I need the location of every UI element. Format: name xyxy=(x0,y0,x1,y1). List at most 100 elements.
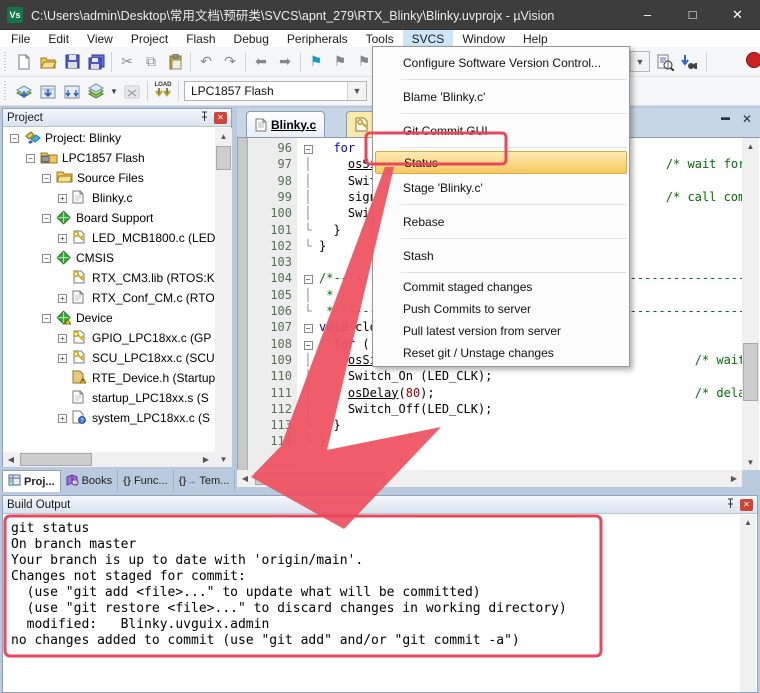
project-panel-close-icon[interactable]: ✕ xyxy=(214,112,227,124)
scroll-up-icon[interactable]: ▲ xyxy=(742,138,759,154)
code-line-112[interactable]: 112│ Switch_Off(LED_CLK); xyxy=(238,401,760,418)
paste-button[interactable] xyxy=(163,50,187,74)
scroll-up-icon[interactable]: ▲ xyxy=(740,515,756,530)
batch-build-dropdown[interactable]: ▼ xyxy=(108,79,120,103)
scroll-left-icon[interactable]: ◀ xyxy=(3,452,19,467)
scrollbar-thumb[interactable] xyxy=(216,146,231,170)
svcs-menu-item-stage-blinky-c[interactable]: Stage 'Blinky.c' xyxy=(373,174,629,201)
toolbar-grip[interactable] xyxy=(3,52,8,72)
menu-tools[interactable]: Tools xyxy=(357,30,403,47)
fold-collapse-icon[interactable]: − xyxy=(297,270,319,286)
debug-icon[interactable] xyxy=(746,52,760,68)
collapse-icon[interactable]: − xyxy=(42,254,51,263)
tree-item-rtx-conf-cm-c-rto[interactable]: +RTX_Conf_CM.c (RTO xyxy=(4,288,215,308)
svcs-menu-item-stash[interactable]: Stash xyxy=(373,242,629,269)
code-line-114[interactable]: 114└} xyxy=(238,433,760,450)
menu-flash[interactable]: Flash xyxy=(177,30,224,47)
svcs-menu-item-pull-latest-version-from-server[interactable]: Pull latest version from server xyxy=(373,320,629,342)
tree-item-startup-lpc18xx-s-s[interactable]: startup_LPC18xx.s (S xyxy=(4,388,215,408)
rebuild-button[interactable] xyxy=(60,79,84,103)
workspace-tab-func[interactable]: {}Func... xyxy=(118,470,173,492)
editor-tab-blinky[interactable]: Blinky.c xyxy=(246,111,325,137)
batch-build-button[interactable] xyxy=(84,79,108,103)
expand-icon[interactable]: + xyxy=(58,194,67,203)
svcs-menu-item-push-commits-to-server[interactable]: Push Commits to server xyxy=(373,298,629,320)
target-select[interactable]: LPC1857 Flash ▼ xyxy=(184,81,367,101)
pin-icon[interactable] xyxy=(198,111,210,125)
code-line-111[interactable]: 111│ osDelay(80); /* delay 80 ms */ xyxy=(238,385,760,402)
close-button[interactable]: ✕ xyxy=(715,0,760,30)
undo-button[interactable]: ↶ xyxy=(194,50,218,74)
editor-hscrollbar[interactable]: ◀ ▶ xyxy=(237,470,742,487)
build-output-vscrollbar[interactable]: ▲ xyxy=(740,515,756,692)
editor-close-icon[interactable]: ✕ xyxy=(742,112,752,126)
tree-item-blinky-c[interactable]: +Blinky.c xyxy=(4,188,215,208)
menu-help[interactable]: Help xyxy=(514,30,557,47)
scrollbar-thumb[interactable] xyxy=(743,343,758,401)
scroll-right-icon[interactable]: ▶ xyxy=(726,470,742,487)
menu-peripherals[interactable]: Peripherals xyxy=(278,30,357,47)
code-line-113[interactable]: 113└ } xyxy=(238,417,760,434)
tree-item-project-blinky[interactable]: −Project: Blinky xyxy=(4,128,215,148)
build-output-close-icon[interactable]: ✕ xyxy=(740,499,753,511)
build-button[interactable] xyxy=(36,79,60,103)
scroll-left-icon[interactable]: ◀ xyxy=(237,470,253,487)
cut-button[interactable]: ✂ xyxy=(115,50,139,74)
svcs-menu-item-status[interactable]: Status xyxy=(375,151,627,174)
navigate-back-button[interactable]: ⬅ xyxy=(249,50,273,74)
build-output-text[interactable]: git status On branch master Your branch … xyxy=(4,515,742,692)
tree-item-cmsis[interactable]: −CMSIS xyxy=(4,248,215,268)
minimize-button[interactable]: – xyxy=(625,0,670,30)
menu-view[interactable]: View xyxy=(78,30,122,47)
download-flash-button[interactable]: LOAD xyxy=(151,79,175,103)
tree-item-source-files[interactable]: −Source Files xyxy=(4,168,215,188)
stop-build-button[interactable] xyxy=(120,79,144,103)
expand-icon[interactable]: + xyxy=(58,294,67,303)
redo-button[interactable]: ↷ xyxy=(218,50,242,74)
menu-edit[interactable]: Edit xyxy=(39,30,78,47)
scrollbar-thumb[interactable] xyxy=(20,453,92,466)
pin-icon[interactable] xyxy=(724,498,736,512)
bookmark-toggle-button[interactable]: ⚑ xyxy=(304,50,328,74)
svcs-menu-item-git-commit-gui[interactable]: Git Commit GUI xyxy=(373,117,629,144)
tree-item-rte-device-h-startup[interactable]: RTE_Device.h (Startup xyxy=(4,368,215,388)
window-list-icon[interactable]: ▬ xyxy=(721,112,730,126)
fold-collapse-icon[interactable]: − xyxy=(297,319,319,335)
collapse-icon[interactable]: − xyxy=(10,134,19,143)
maximize-button[interactable]: □ xyxy=(670,0,715,30)
scrollbar-thumb[interactable] xyxy=(255,472,385,485)
incremental-find-icon[interactable] xyxy=(676,50,700,74)
project-tree-vscrollbar[interactable]: ▲ xyxy=(215,128,232,452)
menu-debug[interactable]: Debug xyxy=(225,30,278,47)
menu-project[interactable]: Project xyxy=(122,30,177,47)
collapse-icon[interactable]: − xyxy=(26,154,35,163)
tree-item-scu-lpc18xx-c-scu[interactable]: +SCU_LPC18xx.c (SCU xyxy=(4,348,215,368)
fold-collapse-icon[interactable]: − xyxy=(297,336,319,352)
open-file-button[interactable] xyxy=(36,50,60,74)
svcs-menu-item-reset-git-unstage-changes[interactable]: Reset git / Unstage changes xyxy=(373,342,629,364)
toolbar-grip[interactable] xyxy=(3,81,8,101)
menu-file[interactable]: File xyxy=(2,30,39,47)
svcs-menu-item-blame-blinky-c[interactable]: Blame 'Blinky.c' xyxy=(373,83,629,110)
scroll-down-icon[interactable]: ▼ xyxy=(215,452,232,467)
svcs-menu-item-configure-software-version-control[interactable]: Configure Software Version Control... xyxy=(373,49,629,76)
tree-item-system-lpc18xx-c-s[interactable]: +?system_LPC18xx.c (S xyxy=(4,408,215,428)
save-button[interactable] xyxy=(60,50,84,74)
expand-icon[interactable]: + xyxy=(58,334,67,343)
scroll-right-icon[interactable]: ▶ xyxy=(198,452,214,467)
workspace-tab-proj[interactable]: Proj... xyxy=(2,470,61,492)
navigate-forward-button[interactable]: ➡ xyxy=(273,50,297,74)
svcs-menu-item-commit-staged-changes[interactable]: Commit staged changes xyxy=(373,276,629,298)
tree-item-led-mcb1800-c-led[interactable]: +LED_MCB1800.c (LED xyxy=(4,228,215,248)
project-tree-hscrollbar[interactable]: ◀ ▶ ▼ xyxy=(3,452,232,467)
new-file-button[interactable] xyxy=(12,50,36,74)
fold-collapse-icon[interactable]: − xyxy=(297,140,319,156)
scroll-up-icon[interactable]: ▲ xyxy=(215,128,232,144)
expand-icon[interactable]: + xyxy=(58,354,67,363)
tree-item-lpc1857-flash[interactable]: −LPC1857 Flash xyxy=(4,148,215,168)
find-in-files-icon[interactable] xyxy=(653,50,677,74)
save-all-button[interactable] xyxy=(84,50,108,74)
collapse-icon[interactable]: − xyxy=(42,214,51,223)
tree-item-gpio-lpc18xx-c-gp[interactable]: +GPIO_LPC18xx.c (GP xyxy=(4,328,215,348)
tree-item-board-support[interactable]: −Board Support xyxy=(4,208,215,228)
